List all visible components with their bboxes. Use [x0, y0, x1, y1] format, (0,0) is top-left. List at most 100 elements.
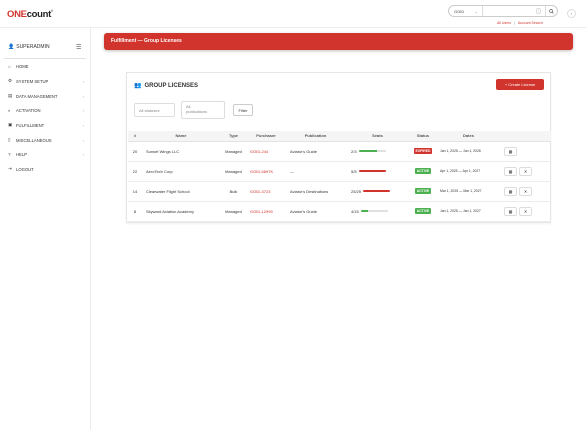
- search-input[interactable]: /: [483, 6, 545, 16]
- seats-progress-bar: [360, 209, 388, 213]
- sidebar-item-label: DATA MANAGEMENT: [16, 93, 58, 99]
- app-logo[interactable]: ONEcount®: [7, 9, 53, 20]
- publication-filter-line2: publications: [186, 109, 208, 114]
- table-row[interactable]: 22 AeroTech Corp Managed GOID-5897K — 5/5 ACTI…: [128, 161, 551, 182]
- sidebar-item-label: ACTIVATION: [16, 107, 41, 113]
- publication: Aviator's Destinations: [285, 181, 346, 202]
- create-license-button[interactable]: + Create License: [496, 79, 544, 90]
- delete-button[interactable]: ✕: [519, 166, 532, 176]
- page-title: Fulfillment — Group Licenses: [111, 38, 182, 44]
- file-icon: ▯: [8, 137, 11, 142]
- global-search: GOID ⌄ /: [448, 5, 558, 17]
- publication: Aviator's Guide: [285, 141, 346, 162]
- status-cell: ACTIVE: [409, 201, 437, 222]
- view-button[interactable]: ▦: [504, 146, 517, 156]
- table-body: 20 Sunset Wings LLC Managed GOID-244 Aviator…: [128, 141, 551, 222]
- sidebar-item-label: HELP: [16, 151, 27, 157]
- account-search-link[interactable]: Account Search: [518, 21, 543, 25]
- license-type: Managed: [220, 141, 247, 162]
- seats-count: 4/15: [351, 208, 359, 214]
- sidebar-item-label: FULFILLMENT: [16, 122, 45, 128]
- search-shortcut-hint: /: [536, 8, 541, 14]
- license-name: Skyward Aviation Academy: [142, 201, 220, 222]
- filter-button[interactable]: Filter: [233, 104, 253, 116]
- column-header: #: [128, 131, 142, 142]
- close-icon: ✕: [523, 188, 528, 194]
- row-id: 20: [128, 141, 142, 162]
- grid-icon: ▦: [508, 168, 513, 174]
- sidebar-item-system-setup[interactable]: ⚙ SYSTEM SETUP ‹: [8, 76, 84, 86]
- sidebar-item-label: MISCELLANEOUS: [16, 137, 52, 143]
- panel-collapse-button[interactable]: ‹: [567, 9, 576, 18]
- sidebar-toggle-button[interactable]: ☰: [76, 44, 81, 51]
- sidebar-item-fulfillment[interactable]: ▣ FULFILLMENT ‹: [8, 120, 84, 130]
- database-icon: ▤: [8, 93, 13, 98]
- table-row[interactable]: 20 Sunset Wings LLC Managed GOID-244 Aviator…: [128, 141, 551, 162]
- page-banner: Fulfillment — Group Licenses: [104, 33, 573, 50]
- user-icon: 👤: [8, 44, 15, 50]
- view-button[interactable]: ▦: [504, 206, 517, 216]
- search-button[interactable]: [545, 6, 557, 16]
- purchaser-link[interactable]: GOID-5897K: [247, 161, 285, 182]
- delete-button[interactable]: ✕: [519, 206, 532, 216]
- view-button[interactable]: ▦: [504, 186, 517, 196]
- table-row[interactable]: 8 Skyward Aviation Academy Managed GOID-129…: [128, 201, 551, 222]
- publication: Aviator's Guide: [285, 201, 346, 222]
- gear-icon: ⚙: [8, 78, 13, 83]
- license-dates: Jan 1, 2025 — Jun 1, 2026: [437, 141, 500, 162]
- search-icon: [549, 8, 554, 14]
- current-user[interactable]: 👤 SUPERADMIN: [8, 44, 50, 50]
- license-dates: Mar 1, 2025 — Mar 1, 2027: [437, 181, 500, 202]
- license-type: Managed: [220, 161, 247, 182]
- sidebar-divider: [4, 58, 86, 59]
- seats-progress-fill: [363, 189, 391, 193]
- table-row[interactable]: 14 Clearwater Flight School Bulk GOID-3723 A…: [128, 181, 551, 202]
- delete-button[interactable]: ✕: [519, 186, 532, 196]
- sidebar-item-help[interactable]: ? HELP ‹: [8, 149, 84, 159]
- sidebar-item-logout[interactable]: ⇥ LOGOUT: [8, 164, 84, 174]
- home-icon: ⌂: [8, 63, 11, 69]
- view-button[interactable]: ▦: [504, 166, 517, 176]
- row-actions: ▦ ✕: [500, 181, 551, 202]
- seats-progress-bar: [358, 149, 386, 153]
- status-cell: EXPIRED: [409, 141, 437, 162]
- top-header: ONEcount® GOID ⌄ / ‹ All Users | Account…: [0, 0, 586, 28]
- chevron-left-icon: ‹: [82, 137, 84, 143]
- all-users-link[interactable]: All Users: [497, 21, 511, 25]
- chevron-left-icon: ‹: [82, 122, 84, 128]
- sidebar-item-data-management[interactable]: ▤ DATA MANAGEMENT ‹: [8, 91, 84, 101]
- seats-cell: 4/15: [346, 201, 409, 222]
- column-header: [500, 131, 551, 142]
- logo-one-text: ONE: [7, 9, 27, 20]
- column-header: Dates: [437, 131, 500, 142]
- grid-icon: ▦: [508, 208, 513, 214]
- chevron-down-icon: ⌄: [474, 8, 478, 14]
- seats-cell: 5/5: [346, 161, 409, 182]
- publication-filter-select[interactable]: All publications: [181, 101, 225, 119]
- seats-progress-bar: [363, 189, 391, 193]
- sidebar-item-activation[interactable]: ◐ ACTIVATION ‹: [8, 105, 84, 115]
- current-user-name: SUPERADMIN: [16, 44, 50, 50]
- column-header: Publication: [285, 131, 346, 142]
- status-badge: ACTIVE: [414, 208, 432, 214]
- status-filter-select[interactable]: All statuses: [134, 103, 175, 117]
- logo-count-text: count: [26, 9, 52, 20]
- group-licenses-card: 👥 GROUP LICENSES + Create License All st…: [126, 72, 551, 223]
- sidebar-item-home[interactable]: ⌂ HOME: [8, 61, 84, 71]
- row-id: 8: [128, 201, 142, 222]
- purchaser-link[interactable]: GOID-244: [247, 141, 285, 162]
- column-header: Type: [220, 131, 247, 142]
- card-title: 👥 GROUP LICENSES: [134, 82, 198, 90]
- search-category-select[interactable]: GOID ⌄: [449, 6, 483, 16]
- menu-icon: ☰: [76, 45, 82, 51]
- purchaser-link[interactable]: GOID-12999: [247, 201, 285, 222]
- chevron-left-icon: ‹: [82, 93, 84, 99]
- license-dates: Jan 1, 2025 — Jan 1, 2027: [437, 201, 500, 222]
- row-actions: ▦ ✕: [500, 201, 551, 222]
- license-type: Bulk: [220, 181, 247, 202]
- sidebar-item-miscellaneous[interactable]: ▯ MISCELLANEOUS ‹: [8, 135, 84, 145]
- table-header-row: # Name Type Purchaser Publication Seats Status…: [128, 131, 551, 142]
- status-badge: EXPIRED: [413, 148, 433, 154]
- purchaser-link[interactable]: GOID-3723: [247, 181, 285, 202]
- quick-links-separator: |: [514, 21, 515, 25]
